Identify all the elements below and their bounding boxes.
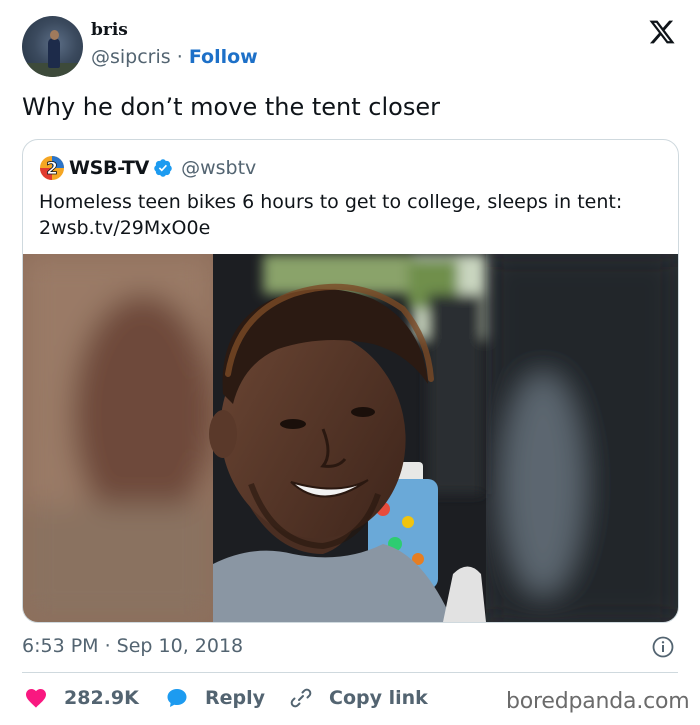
quoted-text-line: Homeless teen bikes 6 hours to get to co…: [39, 191, 623, 213]
follow-link[interactable]: Follow: [189, 46, 258, 68]
author-handle-line: @sipcris · Follow: [91, 46, 258, 68]
logo-digit: 2: [46, 159, 58, 179]
like-button[interactable]: 282.9K: [24, 683, 139, 713]
quoted-tweet-card[interactable]: 2 WSB-TV @wsbtv Homeless teen bikes 6 ho…: [22, 139, 679, 623]
heart-icon: [26, 689, 46, 708]
copy-link-button[interactable]: Copy link: [289, 683, 428, 713]
watermark: boredpanda.com: [506, 689, 690, 714]
separator-dot: ·: [176, 46, 183, 68]
quoted-tweet-text: Homeless teen bikes 6 hours to get to co…: [39, 189, 659, 241]
tweet-text: Why he don’t move the tent closer: [22, 93, 440, 121]
divider: [22, 672, 678, 673]
info-icon[interactable]: [652, 636, 674, 658]
quoted-tweet-header: 2 WSB-TV @wsbtv: [39, 156, 256, 180]
quoted-author-name[interactable]: WSB-TV: [69, 157, 149, 179]
tweet-header: bris @sipcris · Follow: [22, 16, 678, 78]
quoted-author-handle[interactable]: @wsbtv: [181, 157, 256, 179]
channel-2-logo-icon: 2: [40, 156, 64, 180]
avatar[interactable]: [22, 16, 83, 77]
author-display-name[interactable]: bris: [91, 20, 128, 40]
author-handle[interactable]: @sipcris: [91, 46, 171, 68]
reply-bubble-icon: [167, 689, 187, 707]
x-logo-icon[interactable]: [648, 18, 676, 46]
like-count: 282.9K: [64, 687, 139, 709]
quoted-tweet-photo[interactable]: [23, 254, 678, 622]
link-icon: [290, 688, 312, 708]
tweet-timestamp[interactable]: 6:53 PM · Sep 10, 2018: [22, 635, 243, 657]
reply-button[interactable]: Reply: [165, 683, 265, 713]
copy-link-label: Copy link: [329, 687, 428, 709]
quoted-link[interactable]: 2wsb.tv/29MxO0e: [39, 215, 659, 241]
verified-badge-icon: [154, 159, 172, 177]
reply-label: Reply: [205, 687, 266, 709]
